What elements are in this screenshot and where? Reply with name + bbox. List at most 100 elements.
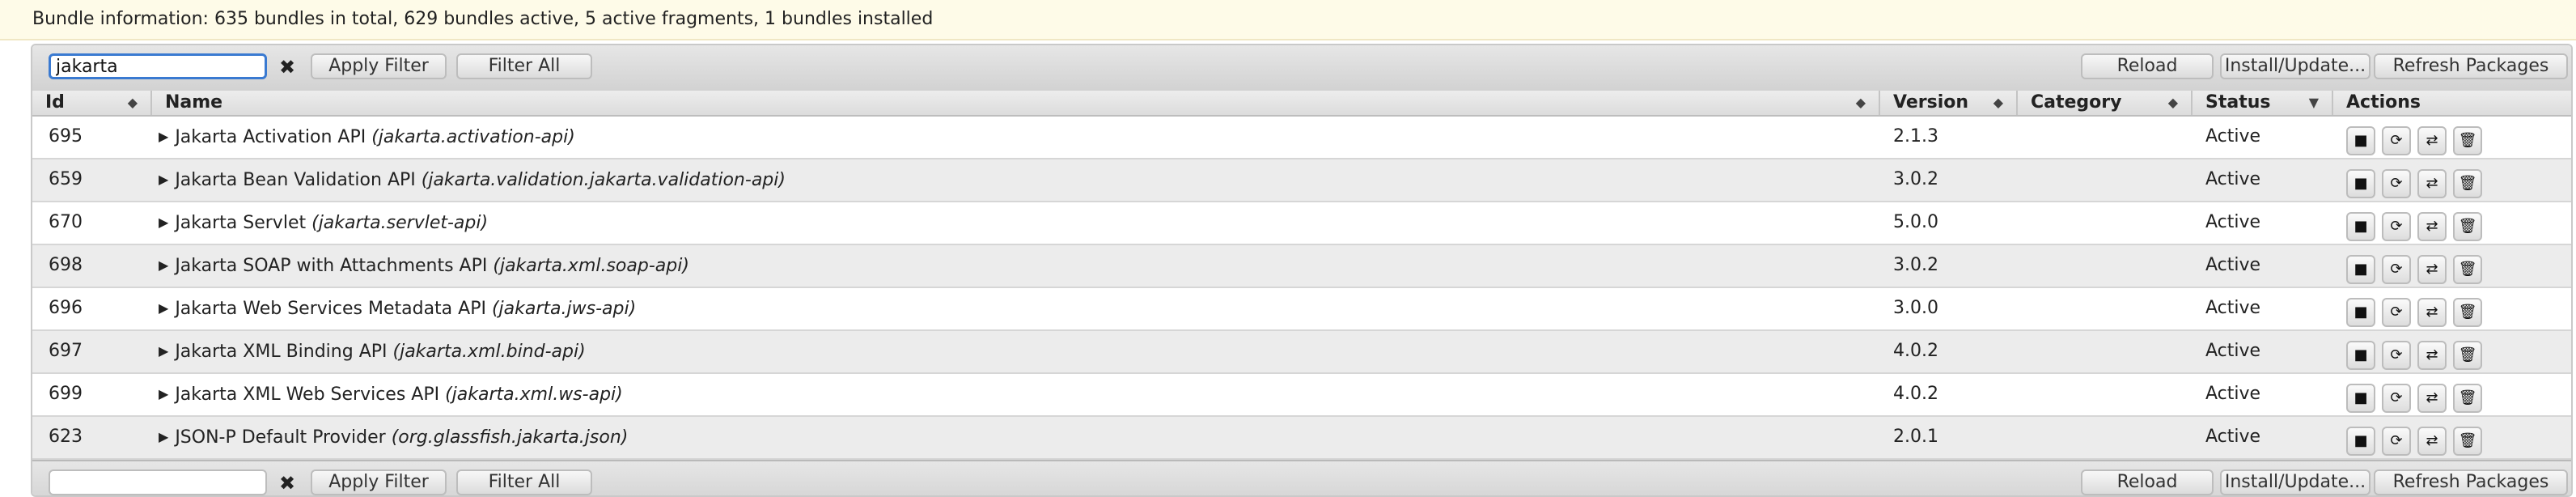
bundle-name-cell[interactable]: ▶ Jakarta Bean Validation API (jakarta.va…: [159, 159, 786, 201]
table-row[interactable]: 699 ▶ Jakarta XML Web Services API (jakart…: [32, 374, 2571, 417]
bundles-panel: ✖ Apply Filter Filter All Reload Install…: [31, 44, 2573, 497]
expand-caret-icon[interactable]: ▶: [159, 159, 168, 200]
bottom-install-update-button[interactable]: Install/Update...: [2220, 469, 2371, 495]
bundle-name[interactable]: JSON-P Default Provider: [175, 427, 385, 448]
bundle-name-cell[interactable]: ▶ JSON-P Default Provider (org.glassfish.…: [159, 417, 628, 458]
install-update-button[interactable]: Install/Update...: [2220, 53, 2371, 79]
expand-caret-icon[interactable]: ▶: [159, 117, 168, 157]
bundle-name[interactable]: Jakarta XML Web Services API: [175, 384, 439, 405]
stop-button[interactable]: ■: [2346, 298, 2375, 327]
expand-caret-icon[interactable]: ▶: [159, 245, 168, 286]
table-row[interactable]: 697 ▶ Jakarta XML Binding API (jakarta.xml…: [32, 331, 2571, 374]
update-bundle-button[interactable]: ⇄: [2417, 212, 2447, 241]
table-row[interactable]: 659 ▶ Jakarta Bean Validation API (jakarta…: [32, 159, 2571, 202]
reload-button[interactable]: Reload: [2081, 53, 2214, 79]
sort-icon: ◆: [2167, 95, 2178, 110]
uninstall-button[interactable]: 🗑: [2453, 255, 2482, 284]
update-bundle-button[interactable]: ⇄: [2417, 298, 2447, 327]
bundle-symbolic-name: (jakarta.xml.ws-api): [445, 384, 623, 405]
bundle-version: 3.0.2: [1893, 255, 1938, 275]
bundle-id: 659: [49, 169, 83, 189]
filter-all-button[interactable]: Filter All: [456, 53, 592, 79]
bundle-version: 3.0.2: [1893, 169, 1938, 189]
uninstall-button[interactable]: 🗑: [2453, 298, 2482, 327]
column-header-id[interactable]: Id ◆: [32, 91, 152, 115]
stop-button[interactable]: ■: [2346, 255, 2375, 284]
sort-icon: ◆: [127, 95, 138, 110]
uninstall-button[interactable]: 🗑: [2453, 169, 2482, 198]
bundle-status: Active: [2205, 298, 2261, 318]
uninstall-button[interactable]: 🗑: [2453, 212, 2482, 241]
update-bundle-button[interactable]: ⇄: [2417, 341, 2447, 370]
update-bundle-button[interactable]: ⇄: [2417, 427, 2447, 456]
bundle-name-cell[interactable]: ▶ Jakarta Activation API (jakarta.activat…: [159, 117, 575, 158]
bundle-name[interactable]: Jakarta Activation API: [175, 127, 366, 147]
bundle-name-cell[interactable]: ▶ Jakarta XML Binding API (jakarta.xml.bi…: [159, 331, 586, 372]
bundle-name-cell[interactable]: ▶ Jakarta XML Web Services API (jakarta.x…: [159, 374, 623, 415]
table-row[interactable]: 696 ▶ Jakarta Web Services Metadata API (j…: [32, 288, 2571, 331]
bundle-name[interactable]: Jakarta Servlet: [175, 213, 306, 233]
bottom-reload-button[interactable]: Reload: [2081, 469, 2214, 495]
expand-caret-icon[interactable]: ▶: [159, 374, 168, 414]
column-header-status[interactable]: Status ▼: [2193, 91, 2333, 115]
uninstall-button[interactable]: 🗑: [2453, 341, 2482, 370]
bundle-name[interactable]: Jakarta XML Binding API: [175, 342, 387, 362]
filter-input[interactable]: [49, 53, 267, 79]
column-header-category[interactable]: Category ◆: [2018, 91, 2193, 115]
bottom-clear-filter-icon[interactable]: ✖: [275, 469, 299, 495]
column-header-version[interactable]: Version ◆: [1880, 91, 2018, 115]
refresh-bundle-button[interactable]: ⟳: [2382, 384, 2411, 413]
bundle-name[interactable]: Jakarta Bean Validation API: [175, 170, 415, 190]
stop-button[interactable]: ■: [2346, 427, 2375, 456]
uninstall-button[interactable]: 🗑: [2453, 126, 2482, 155]
update-bundle-button[interactable]: ⇄: [2417, 384, 2447, 413]
refresh-bundle-button[interactable]: ⟳: [2382, 126, 2411, 155]
bundle-version: 4.0.2: [1893, 384, 1938, 404]
expand-caret-icon[interactable]: ▶: [159, 202, 168, 243]
bundle-name[interactable]: Jakarta SOAP with Attachments API: [175, 256, 487, 276]
bundle-name-cell[interactable]: ▶ Jakarta SOAP with Attachments API (jaka…: [159, 245, 689, 287]
stop-button[interactable]: ■: [2346, 126, 2375, 155]
bundle-symbolic-name: (jakarta.jws-api): [491, 299, 637, 319]
table-row[interactable]: 623 ▶ JSON-P Default Provider (org.glassfi…: [32, 417, 2571, 460]
refresh-bundle-button[interactable]: ⟳: [2382, 427, 2411, 456]
update-bundle-button[interactable]: ⇄: [2417, 126, 2447, 155]
update-bundle-button[interactable]: ⇄: [2417, 169, 2447, 198]
refresh-bundle-button[interactable]: ⟳: [2382, 169, 2411, 198]
refresh-bundle-button[interactable]: ⟳: [2382, 298, 2411, 327]
bottom-filter-all-button[interactable]: Filter All: [456, 469, 592, 495]
bottom-refresh-packages-button[interactable]: Refresh Packages: [2374, 469, 2568, 495]
refresh-bundle-button[interactable]: ⟳: [2382, 255, 2411, 284]
bundle-name-cell[interactable]: ▶ Jakarta Web Services Metadata API (jaka…: [159, 288, 636, 329]
clear-filter-icon[interactable]: ✖: [275, 53, 299, 81]
bottom-toolbar: ✖ Apply Filter Filter All Reload Install…: [32, 460, 2571, 495]
stop-button[interactable]: ■: [2346, 341, 2375, 370]
bundle-name[interactable]: Jakarta Web Services Metadata API: [175, 299, 486, 319]
refresh-bundle-button[interactable]: ⟳: [2382, 341, 2411, 370]
bundle-name-cell[interactable]: ▶ Jakarta Servlet (jakarta.servlet-api): [159, 202, 488, 244]
bundle-status: Active: [2205, 169, 2261, 189]
stop-button[interactable]: ■: [2346, 169, 2375, 198]
refresh-packages-button[interactable]: Refresh Packages: [2374, 53, 2568, 79]
bundle-version: 5.0.0: [1893, 212, 1938, 232]
bundle-symbolic-name: (org.glassfish.jakarta.json): [391, 427, 629, 448]
expand-caret-icon[interactable]: ▶: [159, 331, 168, 372]
bottom-filter-input[interactable]: [49, 469, 267, 495]
refresh-bundle-button[interactable]: ⟳: [2382, 212, 2411, 241]
column-header-name[interactable]: Name ◆: [152, 91, 1880, 115]
uninstall-button[interactable]: 🗑: [2453, 384, 2482, 413]
bundle-status: Active: [2205, 255, 2261, 275]
update-bundle-button[interactable]: ⇄: [2417, 255, 2447, 284]
bottom-apply-filter-button[interactable]: Apply Filter: [311, 469, 447, 495]
stop-button[interactable]: ■: [2346, 384, 2375, 413]
table-row[interactable]: 670 ▶ Jakarta Servlet (jakarta.servlet-api…: [32, 202, 2571, 245]
expand-caret-icon[interactable]: ▶: [159, 417, 168, 457]
apply-filter-button[interactable]: Apply Filter: [311, 53, 447, 79]
stop-button[interactable]: ■: [2346, 212, 2375, 241]
bundle-id: 670: [49, 212, 83, 232]
expand-caret-icon[interactable]: ▶: [159, 288, 168, 329]
uninstall-button[interactable]: 🗑: [2453, 427, 2482, 456]
table-row[interactable]: 698 ▶ Jakarta SOAP with Attachments API (j…: [32, 245, 2571, 288]
table-row[interactable]: 695 ▶ Jakarta Activation API (jakarta.acti…: [32, 117, 2571, 159]
sort-icon: ◆: [1855, 95, 1866, 110]
